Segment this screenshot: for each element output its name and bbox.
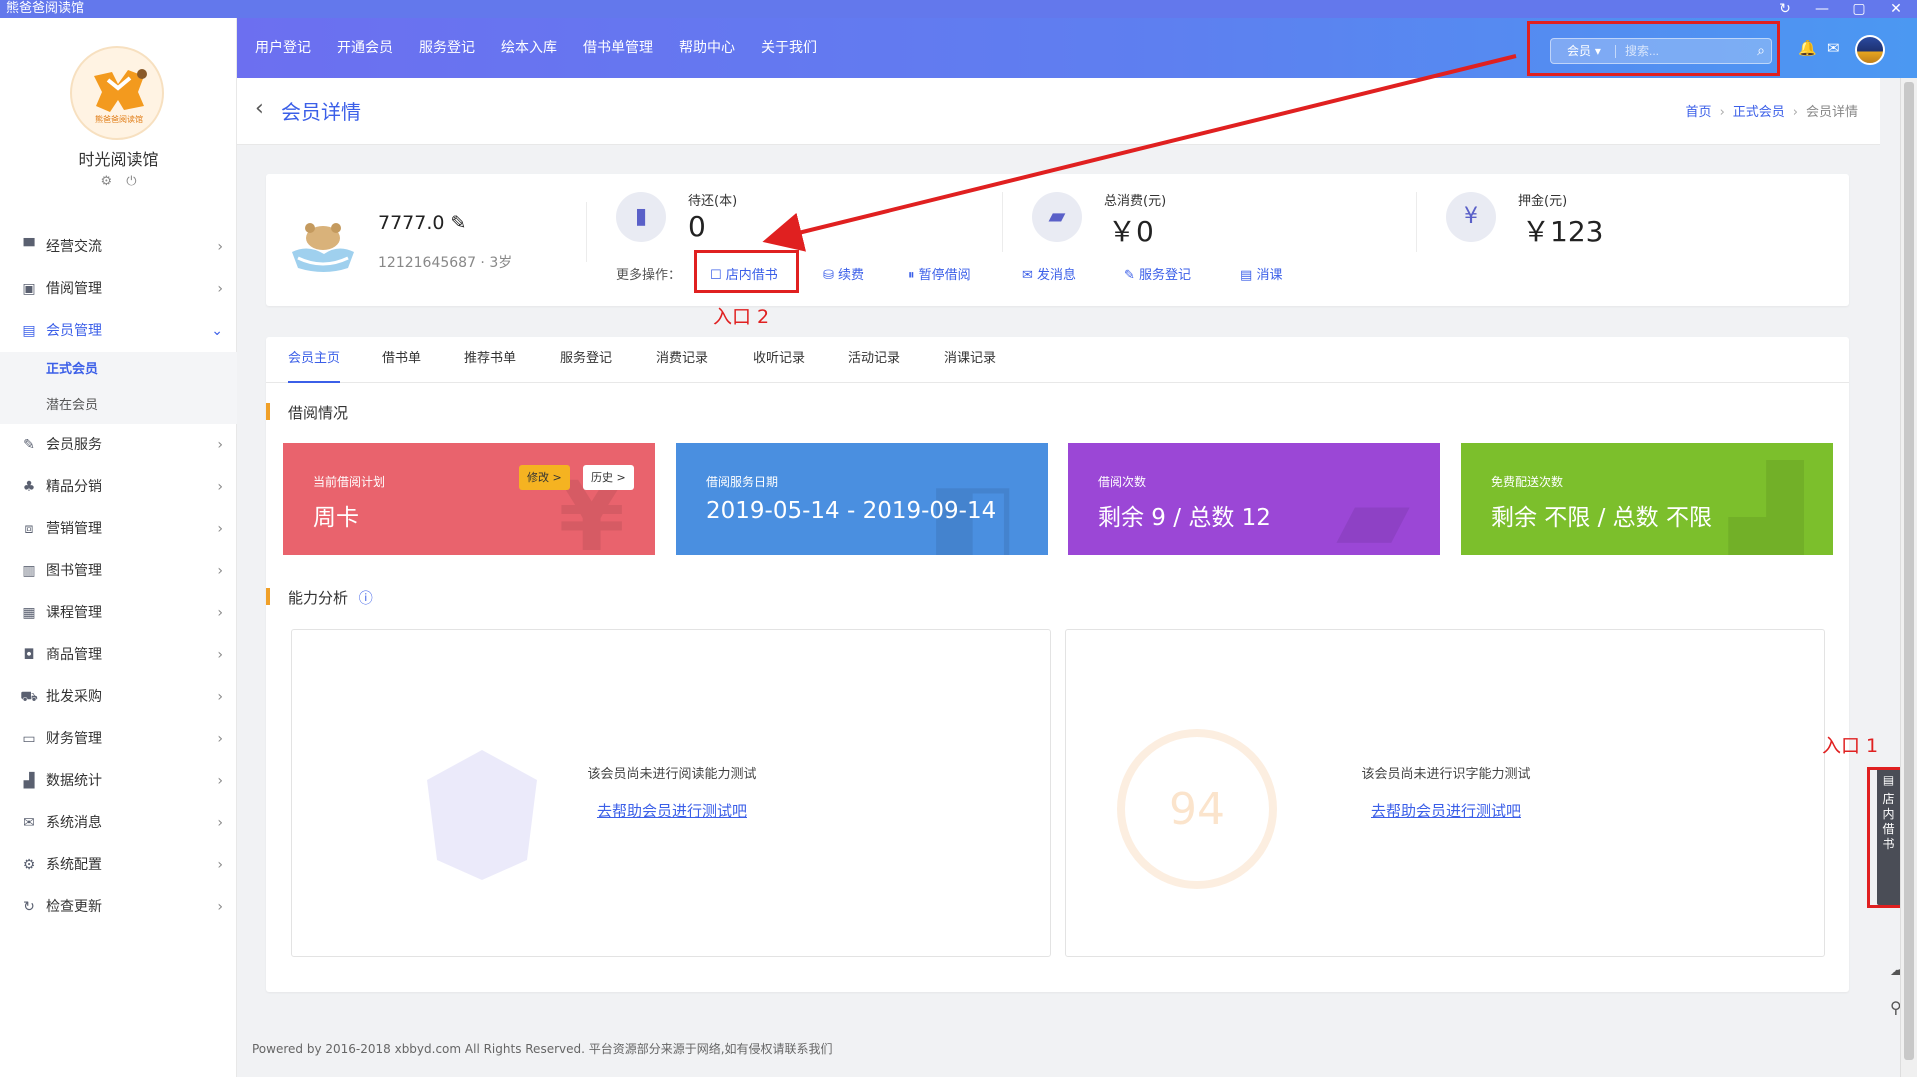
reading-test-link[interactable]: 去帮助会员进行测试吧 bbox=[292, 800, 1052, 821]
member-detail-panel: 会员主页 借书单 推荐书单 服务登记 消费记录 收听记录 活动记录 消课记录 借… bbox=[266, 337, 1849, 992]
info-icon[interactable]: ⓘ bbox=[359, 591, 373, 607]
reading-ability-panel: 该会员尚未进行阅读能力测试 去帮助会员进行测试吧 bbox=[291, 629, 1051, 957]
literacy-test-message: 该会员尚未进行识字能力测试 bbox=[1361, 767, 1531, 782]
scrollbar-thumb[interactable] bbox=[1904, 82, 1914, 1060]
tab-service-register[interactable]: 服务登记 bbox=[560, 337, 612, 381]
tab-class-record[interactable]: 消课记录 bbox=[944, 337, 996, 381]
section-title-borrow: 借阅情况 bbox=[266, 402, 348, 423]
card-free-delivery: ▟ 免费配送次数 剩余 不限 / 总数 不限 bbox=[1461, 443, 1833, 555]
card-value: 剩余 9 / 总数 12 bbox=[1098, 505, 1271, 531]
card-borrow-count: ▰ 借阅次数 剩余 9 / 总数 12 bbox=[1068, 443, 1440, 555]
tab-listen-record[interactable]: 收听记录 bbox=[753, 337, 805, 381]
section-marker bbox=[266, 403, 270, 420]
footer: Powered by 2016-2018 xbbyd.com All Right… bbox=[252, 1042, 833, 1056]
literacy-ability-panel: 94 该会员尚未进行识字能力测试 去帮助会员进行测试吧 bbox=[1065, 629, 1825, 957]
tab-bar: 会员主页 借书单 推荐书单 服务登记 消费记录 收听记录 活动记录 消课记录 bbox=[266, 337, 1849, 383]
truck-decoration-icon: ▟ bbox=[1729, 461, 1803, 555]
card-service-date: ◧ 借阅服务日期 2019-05-14 - 2019-09-14 bbox=[676, 443, 1048, 555]
section-title-text: 能力分析 bbox=[288, 589, 349, 607]
annotation-entry-1: 入口 1 bbox=[1822, 735, 1879, 757]
books-decoration-icon: ▰ bbox=[1336, 461, 1410, 555]
tab-borrow-list[interactable]: 借书单 bbox=[382, 337, 421, 381]
scrollbar[interactable] bbox=[1900, 78, 1917, 1077]
tab-recommend-list[interactable]: 推荐书单 bbox=[464, 337, 516, 381]
tab-activity-record[interactable]: 活动记录 bbox=[848, 337, 900, 381]
card-label: 借阅次数 bbox=[1098, 475, 1147, 489]
card-label: 免费配送次数 bbox=[1491, 475, 1564, 489]
section-title-ability: 能力分析 ⓘ bbox=[266, 587, 373, 608]
section-marker bbox=[266, 588, 270, 605]
card-value: 剩余 不限 / 总数 不限 bbox=[1491, 505, 1712, 531]
tab-consume-record[interactable]: 消费记录 bbox=[656, 337, 708, 381]
edit-plan-button[interactable]: 修改 > bbox=[519, 465, 570, 490]
card-value: 2019-05-14 - 2019-09-14 bbox=[706, 498, 997, 524]
card-current-plan: ¥ 当前借阅计划 周卡 修改 > 历史 > bbox=[283, 443, 655, 555]
section-title-text: 借阅情况 bbox=[288, 404, 349, 422]
literacy-test-link[interactable]: 去帮助会员进行测试吧 bbox=[1066, 800, 1826, 821]
card-label: 借阅服务日期 bbox=[706, 475, 779, 489]
reading-test-message: 该会员尚未进行阅读能力测试 bbox=[587, 767, 757, 782]
card-value: 周卡 bbox=[313, 505, 359, 531]
tab-member-home[interactable]: 会员主页 bbox=[288, 337, 341, 383]
history-button[interactable]: 历史 > bbox=[583, 465, 634, 490]
card-label: 当前借阅计划 bbox=[313, 475, 386, 489]
